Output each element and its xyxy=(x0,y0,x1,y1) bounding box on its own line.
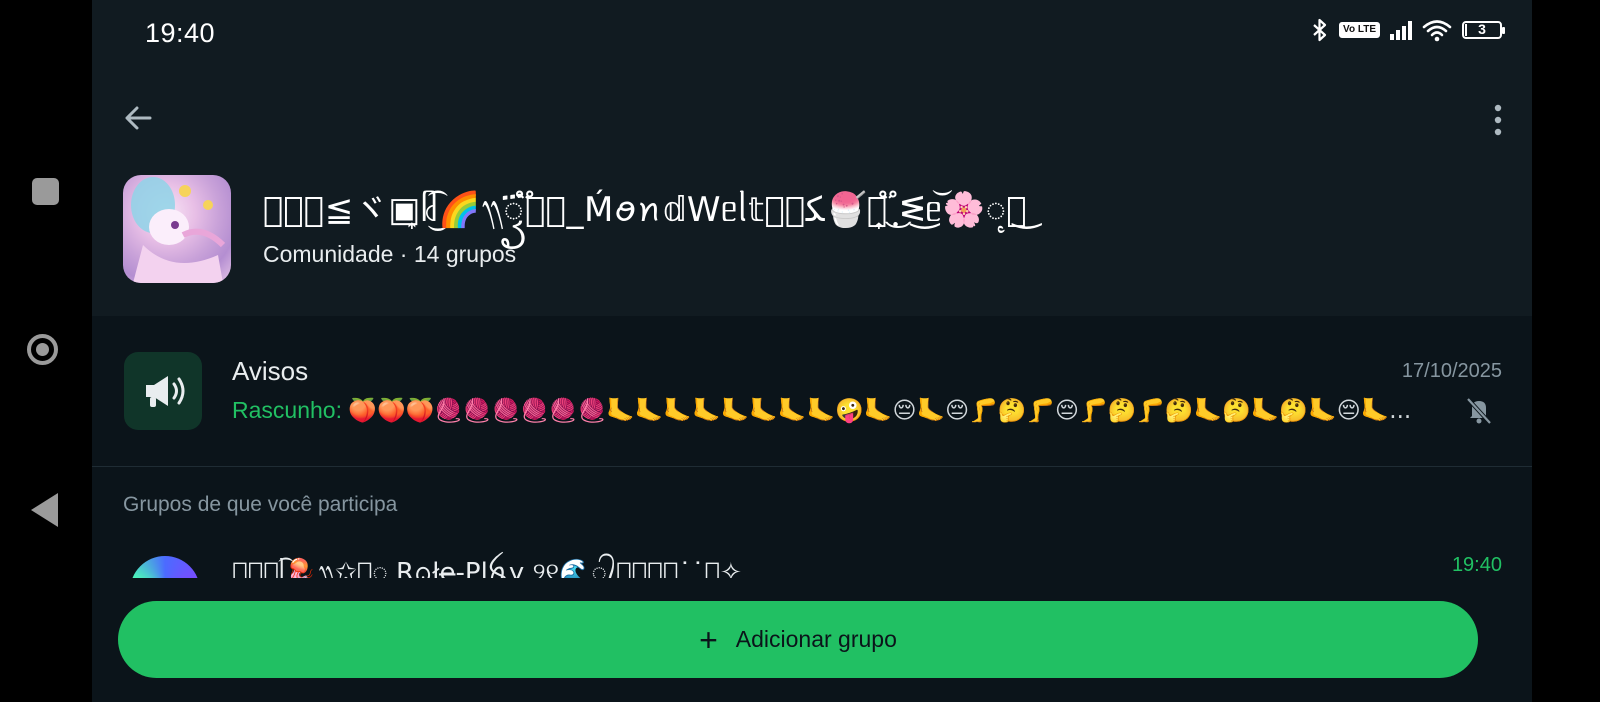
more-vertical-icon[interactable] xyxy=(1492,103,1504,137)
group-avatar xyxy=(130,556,200,578)
status-icons: Vo LTE 3 xyxy=(1311,18,1505,42)
battery-level: 3 xyxy=(1478,21,1486,37)
right-edge xyxy=(1532,0,1600,702)
section-divider xyxy=(92,466,1532,467)
battery-icon: 3 xyxy=(1462,21,1505,39)
draft-label: Rascunho: xyxy=(232,397,342,423)
announcements-name: Avisos xyxy=(232,356,309,386)
draft-text: 🍑🍑🍑🧶🧶🧶🧶🧶🧶🦶🦶🦶🦶🦶🦶🦶🦶🤪🦶😔🦶😔🦵🤔🦵😔🦵🤔🦵🤔🦶🤔🦶🤔🦶😔🦶... xyxy=(348,398,1412,424)
status-time: 19:40 xyxy=(145,18,216,48)
volte-icon: Vo LTE xyxy=(1339,22,1380,38)
announcements-row[interactable] xyxy=(92,316,1532,466)
community-avatar[interactable] xyxy=(123,175,231,283)
system-nav-rail xyxy=(0,0,92,702)
bell-off-icon xyxy=(1466,397,1492,425)
add-group-button[interactable]: + Adicionar grupo xyxy=(118,601,1478,678)
arrow-left-icon[interactable] xyxy=(120,100,156,136)
wifi-icon xyxy=(1422,20,1452,42)
system-back-button[interactable] xyxy=(31,493,58,527)
groups-section-title: Grupos de que você participa xyxy=(123,493,398,516)
community-header: 19:40 Vo LTE 3 ꦿ⃟⃕≦ヾ▣͎ᥤ͜͡🌈᭟ꦽ፝֟ꦿ⃟_Ḿꪮꪀ𝕕Wᥱᥣ… xyxy=(92,0,1532,316)
group-time: 19:40 xyxy=(1451,554,1502,576)
add-group-label: Adicionar grupo xyxy=(735,626,897,652)
home-button[interactable] xyxy=(27,334,58,365)
community-meta: Comunidade · 14 grupos xyxy=(263,241,517,267)
draft-preview: Rascunho: 🍑🍑🍑🧶🧶🧶🧶🧶🧶🦶🦶🦶🦶🦶🦶🦶🦶🤪🦶😔🦶😔🦵🤔🦵😔🦵🤔🦵🤔… xyxy=(232,397,1412,424)
recents-button[interactable] xyxy=(32,178,59,205)
bluetooth-icon xyxy=(1313,18,1327,42)
pony-illustration-icon xyxy=(131,177,226,283)
signal-icon xyxy=(1390,20,1412,40)
megaphone-icon xyxy=(146,376,185,407)
announcements-avatar xyxy=(124,352,202,430)
announcements-date: 17/10/2025 xyxy=(1401,360,1502,382)
group-name: ꦿ⃟⃕ᥣ͜͡🪼᭟✩⃟ꦽ Rᨵłe̶-Plꫝy ୨୧🌊᭄ꦿ⃟ꦿ⃟˙˙⃕✧ xyxy=(232,558,742,578)
community-screen: 19:40 Vo LTE 3 ꦿ⃟⃕≦ヾ▣͎ᥤ͜͡🌈᭟ꦽ፝֟ꦿ⃟_Ḿꪮꪀ𝕕Wᥱᥣ… xyxy=(92,0,1532,702)
plus-icon: + xyxy=(699,621,718,658)
group-list-item[interactable]: ꦿ⃟⃕ᥣ͜͡🪼᭟✩⃟ꦽ Rᨵłe̶-Plꫝy ୨୧🌊᭄ꦿ⃟ꦿ⃟˙˙⃕✧ 19:4… xyxy=(92,540,1532,578)
